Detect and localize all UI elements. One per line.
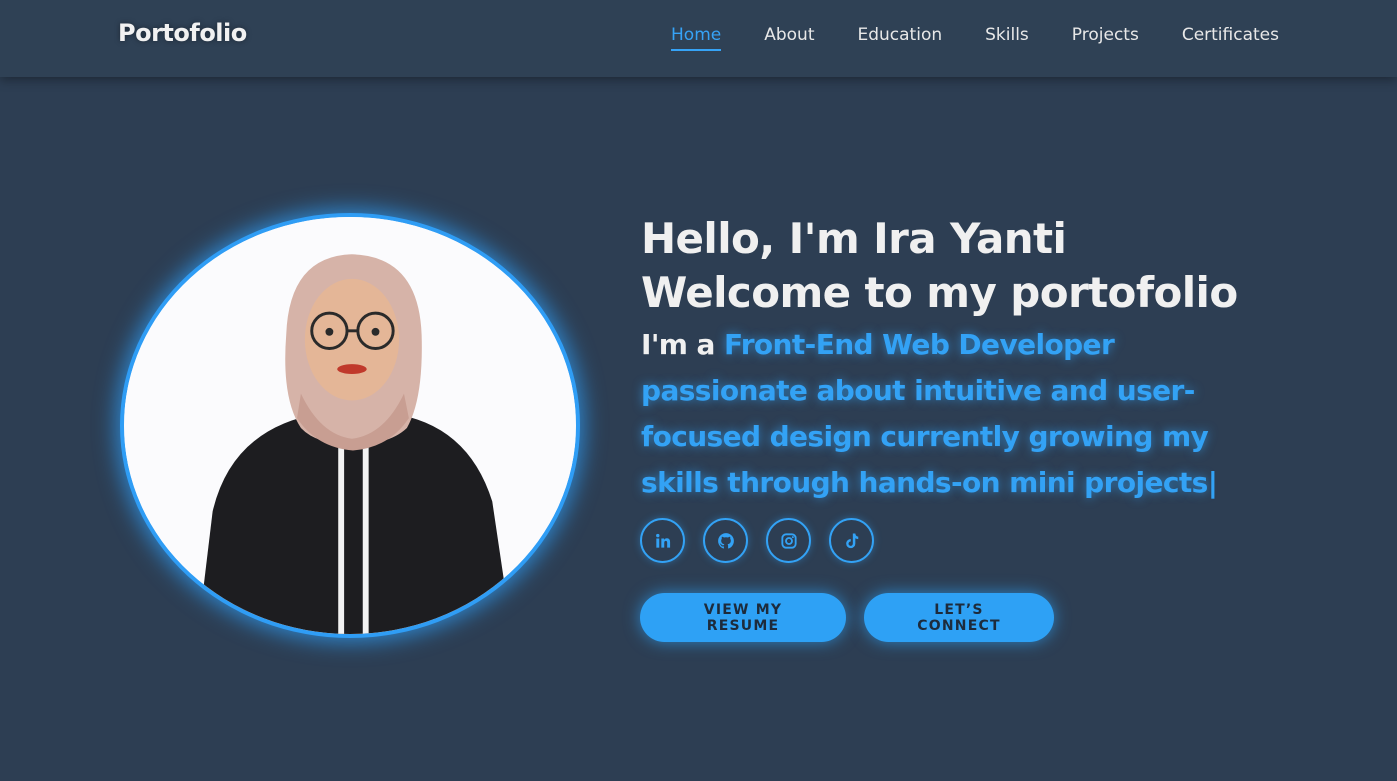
tiktok-icon [845,533,858,548]
site-logo[interactable]: Portofolio [118,19,247,47]
view-resume-button[interactable]: VIEW MY RESUME [640,593,846,642]
linkedin-link[interactable] [640,518,685,563]
tagline-prefix: I'm a [641,328,715,361]
hero-buttons: VIEW MY RESUME LET’S CONNECT [640,593,1054,642]
hero-tagline: I'm a Front-End Web Developer passionate… [641,322,1241,506]
github-link[interactable] [703,518,748,563]
tiktok-link[interactable] [829,518,874,563]
profile-photo [120,213,580,638]
instagram-icon [780,532,797,549]
navbar: Portofolio Home About Education Skills P… [0,0,1397,77]
hero-greeting: Hello, I'm Ira Yanti [641,214,1067,263]
social-links [640,518,874,563]
nav-link-about[interactable]: About [764,25,814,51]
github-icon [717,532,734,548]
profile-illustration [124,217,576,634]
nav-link-education[interactable]: Education [857,25,942,51]
instagram-link[interactable] [766,518,811,563]
nav-link-home[interactable]: Home [671,25,722,51]
tagline-typed-text: Front-End Web Developer passionate about… [641,328,1209,499]
nav-link-projects[interactable]: Projects [1072,25,1139,51]
typing-cursor: | [1207,466,1218,499]
hero-text: Hello, I'm Ira Yanti Welcome to my porto… [641,212,1281,506]
lets-connect-button[interactable]: LET’S CONNECT [864,593,1054,642]
hero-welcome: Welcome to my portofolio [641,268,1238,317]
nav-link-certificates[interactable]: Certificates [1182,25,1279,51]
nav-link-skills[interactable]: Skills [985,25,1029,51]
nav-links: Home About Education Skills Projects Cer… [671,25,1279,51]
linkedin-icon [655,533,670,548]
